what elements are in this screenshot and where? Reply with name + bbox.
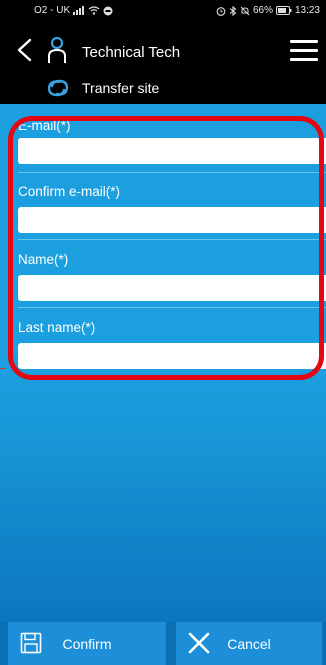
email-label: E-mail(*) — [18, 118, 71, 133]
form-area: E-mail(*) Confirm e-mail(*) Name(*) Last… — [0, 104, 326, 622]
email-field[interactable] — [18, 138, 326, 164]
confirm-label: Confirm — [62, 636, 112, 652]
header-title: Technical Tech — [82, 44, 181, 61]
alarm-icon — [216, 6, 226, 16]
name-field[interactable] — [18, 275, 326, 301]
divider — [18, 172, 326, 173]
bottom-action-bar: Confirm Cancel — [0, 622, 326, 665]
divider — [18, 307, 326, 308]
transfer-icon — [47, 79, 69, 97]
user-icon — [48, 36, 66, 63]
confirm-email-field[interactable] — [18, 207, 326, 233]
transfer-site-label: Transfer site — [82, 80, 160, 96]
last-name-label: Last name(*) — [18, 320, 96, 335]
name-label: Name(*) — [18, 252, 69, 267]
menu-icon[interactable] — [290, 40, 318, 62]
confirm-email-label: Confirm e-mail(*) — [18, 184, 121, 199]
divider — [18, 239, 326, 240]
bluetooth-icon — [229, 5, 237, 16]
signal-icon — [73, 6, 85, 15]
confirm-button[interactable]: Confirm — [8, 622, 166, 665]
data-icon — [103, 6, 113, 15]
cancel-button[interactable]: Cancel — [176, 622, 322, 665]
battery-icon — [275, 6, 292, 15]
last-name-field[interactable] — [18, 343, 326, 369]
wifi-icon — [88, 6, 100, 15]
screen: O2 - UK 66% 13:23 Technical Tech Transfe… — [0, 0, 326, 665]
annotation-tick — [0, 368, 6, 369]
mute-icon — [240, 6, 250, 15]
clock: 13:23 — [294, 5, 320, 16]
cancel-label: Cancel — [227, 636, 271, 652]
back-arrow-icon[interactable] — [14, 38, 34, 62]
status-bar: O2 - UK 66% 13:23 — [0, 0, 326, 22]
battery-percent: 66% — [252, 5, 273, 16]
carrier-label: O2 - UK — [34, 5, 71, 16]
app-header: Technical Tech Transfer site — [0, 22, 326, 104]
